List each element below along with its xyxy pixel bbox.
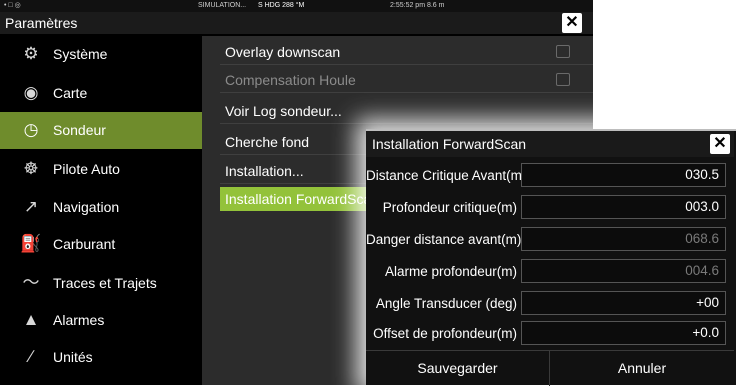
sidebar-item-alarmes[interactable]: ▲ Alarmes [0,302,202,339]
overlay-downscan-checkbox[interactable] [556,45,570,58]
sidebar-item-carte[interactable]: ◉ Carte [0,75,202,112]
field-label: Alarme profondeur(m) [384,264,517,279]
sidebar-item-pilote-auto[interactable]: ☸ Pilote Auto [0,151,202,188]
globe-icon: ◉ [23,83,39,102]
settings-sidebar: ⚙ Système ◉ Carte ◷ Sondeur ☸ Pilote Aut… [0,36,202,385]
page-title: Paramètres [5,15,78,31]
sidebar-item-label: Unités [53,349,93,365]
field-offset-de-profondeur: Offset de profondeur(m) +0.0 [366,318,734,349]
close-icon: ✕ [713,135,727,152]
save-button[interactable]: Sauvegarder [366,351,550,386]
time-depth-readout: 2:55:52 pm 8.6 m [390,2,445,9]
profondeur-critique-input[interactable]: 003.0 [521,195,726,219]
row-label: Overlay downscan [225,44,341,60]
dialog-titlebar: Installation ForwardScan [366,131,734,157]
field-label: Profondeur critique(m) [382,200,517,215]
units-icon: ∕ [29,347,33,366]
row-label: Compensation Houle [225,72,356,88]
sidebar-item-label: Sondeur [53,122,106,138]
sidebar-item-label: Système [53,46,108,62]
sidebar-item-navigation[interactable]: ↗ Navigation [0,189,202,226]
field-profondeur-critique: Profondeur critique(m) 003.0 [366,192,734,223]
sidebar-item-systeme[interactable]: ⚙ Système [0,36,202,73]
track-icon: 〜 [22,273,40,292]
sidebar-item-sondeur[interactable]: ◷ Sondeur [0,112,202,149]
row-label: Cherche fond [225,134,310,150]
sidebar-item-label: Navigation [53,199,120,215]
sonar-icon: ◷ [23,120,39,139]
row-compensation-houle[interactable]: Compensation Houle [220,68,593,93]
field-label: Distance Critique Avant(m) [366,168,527,183]
dialog-title: Installation ForwardScan [372,136,527,152]
distance-critique-avant-input[interactable]: 030.5 [521,163,726,187]
helm-icon: ☸ [23,159,39,178]
compensation-houle-checkbox[interactable] [556,73,570,86]
row-label: Voir Log sondeur... [225,103,342,119]
forwardscan-dialog: Installation ForwardScan ✕ Distance Crit… [366,129,736,388]
status-bar: • □ ◎ SIMULATION... S HDG 288 °M 2:55:52… [0,0,593,12]
sidebar-item-carburant[interactable]: ⛽ Carburant [0,226,202,263]
sidebar-item-label: Carburant [53,236,116,252]
status-icons: • □ ◎ [4,2,21,9]
compass-icon: ↗ [23,197,39,216]
sidebar-item-traces-et-trajets[interactable]: 〜 Traces et Trajets [0,265,202,302]
row-voir-log-sondeur[interactable]: Voir Log sondeur... [220,99,593,124]
alarme-profondeur-value: 004.6 [521,259,726,283]
simulation-indicator: SIMULATION... [198,2,247,9]
danger-distance-avant-value: 068.6 [521,227,726,251]
sidebar-item-label: Pilote Auto [53,161,120,177]
bell-icon: ▲ [22,310,40,329]
gear-icon: ⚙ [23,44,39,63]
close-settings-button[interactable]: ✕ [562,13,582,33]
angle-transducer-input[interactable]: +00 [521,291,726,315]
close-icon: ✕ [565,14,579,31]
field-label: Danger distance avant(m) [366,232,522,247]
cancel-button[interactable]: Annuler [550,351,734,386]
dialog-button-bar: Sauvegarder Annuler [366,350,734,388]
row-label: Installation... [225,163,304,179]
heading-readout: S HDG 288 °M [258,2,305,9]
field-label: Angle Transducer (deg) [375,296,517,311]
sidebar-item-unites[interactable]: ∕ Unités [0,339,202,376]
settings-titlebar: Paramètres [0,12,593,34]
field-alarme-profondeur: Alarme profondeur(m) 004.6 [366,256,734,287]
close-dialog-button[interactable]: ✕ [710,134,730,154]
field-angle-transducer: Angle Transducer (deg) +00 [366,288,734,319]
sidebar-item-label: Carte [53,85,88,101]
sidebar-item-label: Traces et Trajets [53,275,157,291]
field-distance-critique-avant: Distance Critique Avant(m) 030.5 [366,160,734,191]
row-overlay-downscan[interactable]: Overlay downscan [220,40,593,65]
sidebar-item-label: Alarmes [53,312,105,328]
field-label: Offset de profondeur(m) [373,326,517,341]
fuel-icon: ⛽ [20,234,42,253]
field-danger-distance-avant: Danger distance avant(m) 068.6 [366,224,734,255]
offset-de-profondeur-input[interactable]: +0.0 [521,321,726,345]
